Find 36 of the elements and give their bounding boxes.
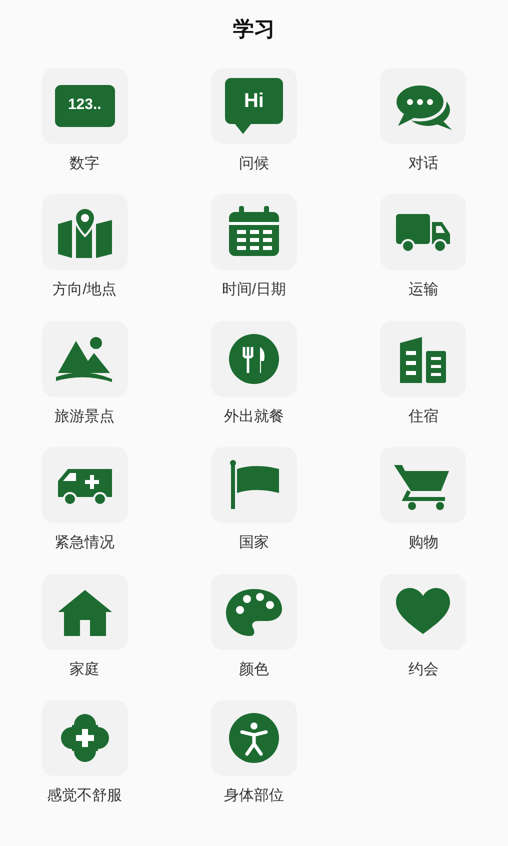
category-tile[interactable] [42,320,128,396]
category-tile[interactable] [42,447,128,523]
category-tile[interactable] [42,700,128,776]
category-tile[interactable] [380,68,466,144]
category-label: 国家 [238,533,269,553]
category-tile[interactable]: Hi [210,68,297,144]
category-label: 对话 [408,154,438,174]
category-label: 身体部位 [224,786,284,806]
category-label: 家庭 [70,660,100,680]
category-tile[interactable] [380,574,466,650]
category-tile[interactable] [210,320,297,396]
category-label: 约会 [408,660,438,680]
category-tile[interactable] [210,700,297,776]
category-tile[interactable] [210,447,297,523]
category-label: 外出就餐 [224,406,284,426]
category-label: 购物 [408,533,438,553]
category-label: 时间/日期 [222,280,286,300]
category-tile[interactable] [210,194,297,270]
category-tile[interactable] [380,447,466,523]
category-label: 问候 [238,154,269,174]
category-label: 数字 [70,154,100,174]
digits-icon: 123.. [54,84,115,126]
category-tile[interactable] [380,320,466,396]
category-label: 旅游景点 [54,406,115,426]
category-label: 方向/地点 [52,280,117,300]
category-label: 感觉不舒服 [47,786,122,806]
category-tile[interactable]: 123.. [42,68,128,144]
category-tile[interactable] [380,194,466,270]
category-label: 紧急情况 [54,533,115,553]
category-label: 住宿 [408,406,438,426]
category-label: 颜色 [238,660,269,680]
category-label: 运输 [408,280,438,300]
page-title: 学习 [233,17,275,43]
category-tile[interactable] [42,194,128,270]
category-tile[interactable] [210,574,297,650]
category-tile[interactable] [42,574,128,650]
